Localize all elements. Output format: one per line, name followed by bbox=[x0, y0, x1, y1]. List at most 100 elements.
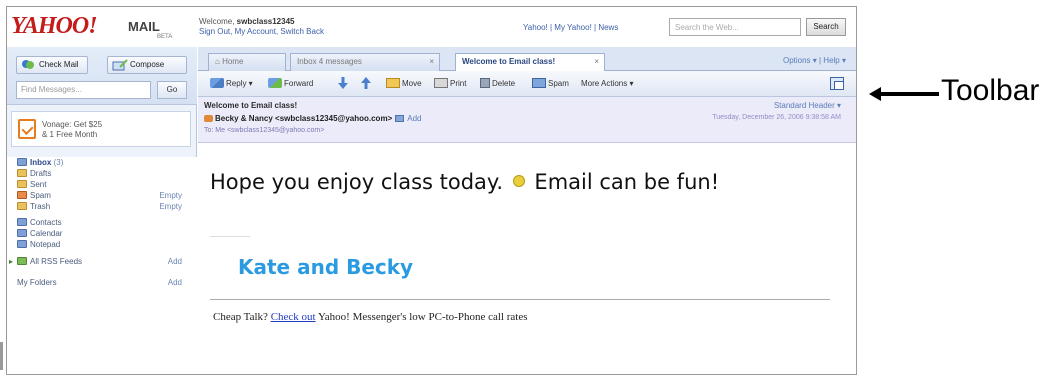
add-contact-icon[interactable] bbox=[395, 115, 405, 122]
folder-label: My Folders bbox=[17, 278, 57, 287]
message-subject: Welcome to Email class! bbox=[204, 101, 298, 110]
check-mail-label: Check Mail bbox=[39, 60, 79, 69]
compose-button[interactable]: Compose bbox=[107, 56, 187, 74]
move-label: Move bbox=[402, 79, 422, 88]
vonage-check-icon bbox=[18, 119, 36, 139]
home-icon: ⌂ bbox=[215, 57, 223, 66]
sender-address[interactable]: Becky & Nancy <swbclass12345@yahoo.com> bbox=[215, 114, 392, 123]
message-to: To: Me <swbclass12345@yahoo.com> bbox=[204, 127, 325, 134]
standard-header-dropdown[interactable]: Standard Header ▾ bbox=[774, 101, 841, 110]
add-folder-link[interactable]: Add bbox=[168, 277, 182, 288]
delete-button[interactable]: Delete bbox=[480, 77, 515, 91]
more-actions-label: More Actions ▾ bbox=[581, 79, 634, 88]
welcome-prefix: Welcome, bbox=[199, 17, 237, 26]
welcome-block: Welcome, swbclass12345 Sign Out, My Acco… bbox=[199, 17, 324, 37]
sender-icon bbox=[204, 115, 213, 122]
add-contact-link[interactable]: Add bbox=[407, 114, 421, 123]
more-actions-dropdown[interactable]: More Actions ▾ bbox=[581, 77, 633, 91]
top-links[interactable]: Yahoo! | My Yahoo! | News bbox=[523, 23, 618, 32]
search-button[interactable]: Search bbox=[806, 18, 846, 36]
folder-label: Spam bbox=[30, 191, 51, 200]
message-toolbar: Reply ▾ Forward Move Print Delete Spam M… bbox=[198, 71, 856, 97]
tab-home[interactable]: ⌂ Home bbox=[208, 53, 286, 71]
forward-button[interactable]: Forward bbox=[268, 77, 313, 91]
folder-inbox[interactable]: Inbox (3) bbox=[17, 157, 192, 168]
check-mail-button[interactable]: Check Mail bbox=[16, 56, 88, 74]
next-message-button[interactable] bbox=[361, 77, 373, 91]
forward-label: Forward bbox=[284, 79, 314, 88]
spam-label: Spam bbox=[548, 79, 569, 88]
folder-label: Trash bbox=[30, 202, 51, 211]
go-button[interactable]: Go bbox=[157, 81, 187, 99]
close-icon[interactable]: × bbox=[429, 54, 434, 70]
find-messages-input[interactable]: Find Messages... bbox=[16, 81, 151, 99]
arrow-down-icon bbox=[338, 77, 348, 89]
sent-icon bbox=[17, 180, 27, 188]
folder-contacts[interactable]: Contacts bbox=[17, 217, 192, 228]
close-icon[interactable]: × bbox=[594, 54, 599, 70]
inbox-count: (3) bbox=[53, 158, 64, 167]
account-links[interactable]: Sign Out, My Account, Switch Back bbox=[199, 27, 324, 36]
reply-icon bbox=[210, 78, 224, 88]
trash-icon bbox=[17, 202, 27, 210]
ad-line-1: Vonage: Get $25 bbox=[42, 120, 103, 129]
yahoo-logo[interactable]: YAHOO! bbox=[11, 13, 98, 40]
folder-spam[interactable]: Spam Empty bbox=[17, 190, 192, 201]
folder-notepad[interactable]: Notepad bbox=[17, 239, 192, 250]
open-new-window-icon[interactable] bbox=[830, 77, 844, 90]
arrow-up-icon bbox=[361, 77, 371, 89]
main-panel: ⌂ Home Inbox 4 messages × Welcome to Ema… bbox=[198, 47, 856, 374]
empty-trash-link[interactable]: Empty bbox=[159, 201, 182, 212]
delete-label: Delete bbox=[492, 79, 516, 88]
left-panel-controls: Check Mail Compose Find Messages... Go bbox=[7, 47, 197, 105]
contacts-icon bbox=[17, 218, 27, 226]
folder-calendar[interactable]: Calendar bbox=[17, 228, 192, 239]
folder-my-folders[interactable]: My Folders Add bbox=[17, 277, 192, 288]
check-out-link[interactable]: Check out bbox=[271, 311, 316, 323]
footer-suffix: Yahoo! Messenger's low PC-to-Phone call … bbox=[315, 311, 528, 323]
message-body: Hope you enjoy class today. Email can be… bbox=[198, 144, 856, 374]
print-button[interactable]: Print bbox=[434, 77, 466, 91]
tab-label: Home bbox=[222, 57, 244, 66]
footer-divider bbox=[210, 299, 830, 300]
vonage-ad[interactable]: Vonage: Get $25 & 1 Free Month bbox=[11, 111, 191, 147]
tab-inbox[interactable]: Inbox 4 messages × bbox=[290, 53, 440, 71]
print-icon bbox=[434, 78, 448, 88]
folder-label: Notepad bbox=[30, 240, 61, 249]
folder-label: Drafts bbox=[30, 169, 52, 178]
folder-rss-feeds[interactable]: All RSS Feeds Add bbox=[9, 256, 192, 267]
reply-button[interactable]: Reply ▾ bbox=[210, 77, 253, 91]
options-help-links[interactable]: Options ▾ | Help ▾ bbox=[783, 56, 846, 65]
check-mail-icon bbox=[21, 59, 35, 77]
mail-logo-text: MAIL bbox=[128, 19, 160, 34]
message-date: Tuesday, December 26, 2006 9:38:58 AM bbox=[712, 114, 841, 121]
notepad-icon bbox=[17, 240, 27, 248]
folder-label: All RSS Feeds bbox=[30, 257, 83, 266]
signature-divider bbox=[210, 236, 250, 237]
body-text-2: Email can be fun! bbox=[534, 170, 720, 194]
add-feed-link[interactable]: Add bbox=[168, 256, 182, 267]
annotation-label: Toolbar bbox=[941, 74, 1040, 107]
tab-label: Inbox 4 messages bbox=[297, 57, 362, 66]
left-panel: Check Mail Compose Find Messages... Go V… bbox=[7, 47, 197, 374]
rss-feed-icon bbox=[17, 257, 27, 265]
folder-sent[interactable]: Sent bbox=[17, 179, 192, 190]
tab-label: Welcome to Email class! bbox=[462, 57, 556, 66]
move-button[interactable]: Move bbox=[386, 77, 422, 91]
message-from: Becky & Nancy <swbclass12345@yahoo.com> A… bbox=[204, 114, 421, 123]
search-input[interactable]: Search the Web... bbox=[669, 18, 801, 36]
username: swbclass12345 bbox=[236, 17, 295, 26]
spam-button[interactable]: Spam bbox=[532, 77, 569, 91]
ad-text: Vonage: Get $25 & 1 Free Month bbox=[42, 120, 102, 140]
reply-label: Reply ▾ bbox=[226, 79, 253, 88]
empty-spam-link[interactable]: Empty bbox=[159, 190, 182, 201]
print-label: Print bbox=[450, 79, 467, 88]
folder-drafts[interactable]: Drafts bbox=[17, 168, 192, 179]
smiley-icon bbox=[512, 175, 525, 187]
tab-bar: ⌂ Home Inbox 4 messages × Welcome to Ema… bbox=[198, 47, 856, 72]
folder-trash[interactable]: Trash Empty bbox=[17, 201, 192, 212]
message-header: Welcome to Email class! Becky & Nancy <s… bbox=[198, 97, 856, 143]
move-folder-icon bbox=[386, 78, 400, 88]
tab-welcome-message[interactable]: Welcome to Email class! × bbox=[455, 53, 605, 72]
previous-message-button[interactable] bbox=[338, 77, 350, 91]
